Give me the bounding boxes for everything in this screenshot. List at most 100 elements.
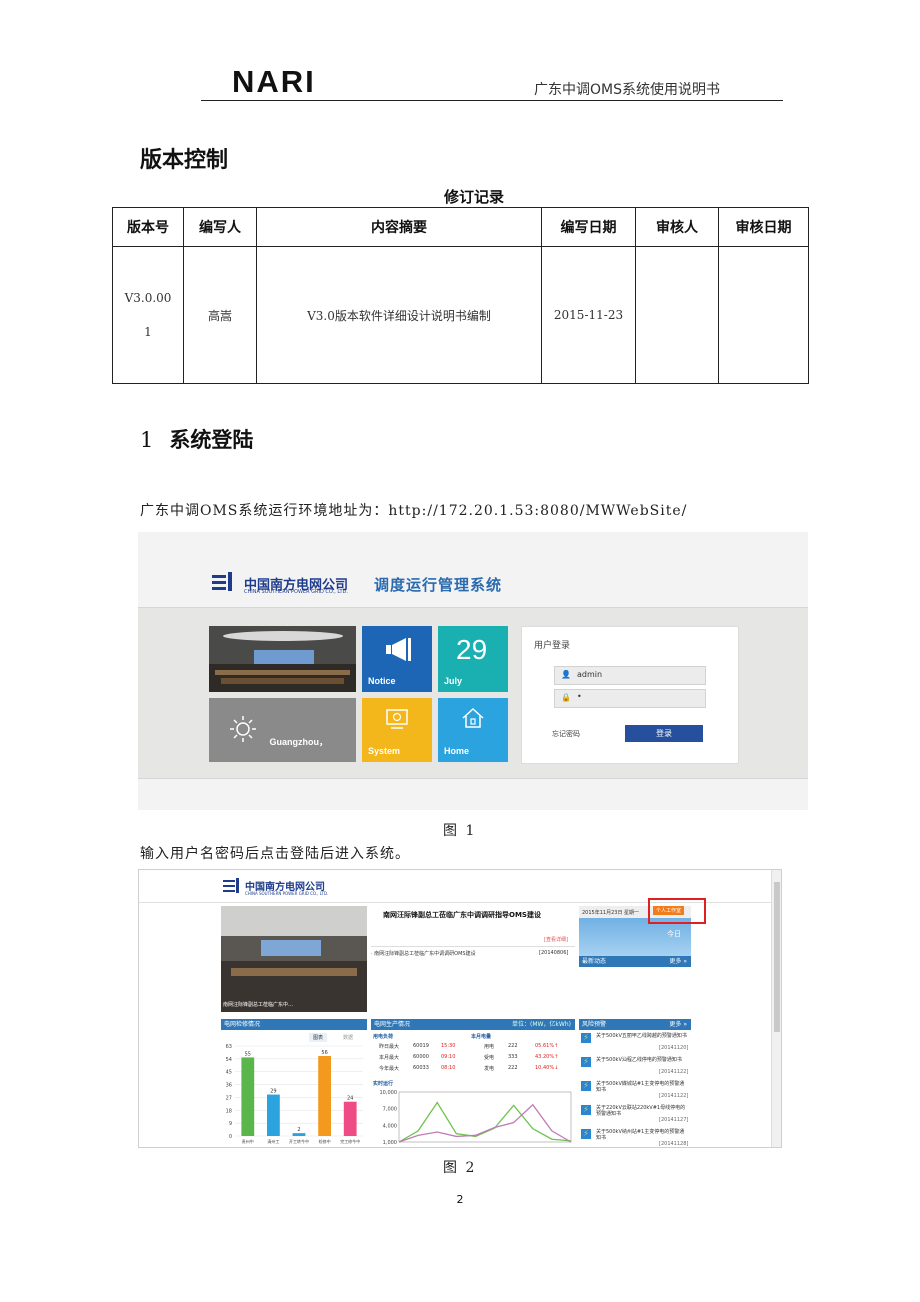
more-link[interactable]: 更多 » (669, 956, 687, 967)
month-change: 10.40%↓ (535, 1065, 559, 1071)
reviewer-cell (635, 246, 719, 384)
y-tick-label: 4,000 (383, 1123, 397, 1129)
y-tick-label: 36 (226, 1083, 232, 1089)
company-name-en: CHINA SOUTHERN POWER GRID CO., LTD. (244, 589, 348, 595)
system-label: System (368, 746, 401, 756)
data-label: 2 (297, 1127, 300, 1133)
risk-item[interactable]: 关于500kV五丽甲乙线跨越的预警通知书 (596, 1033, 688, 1039)
news-photo[interactable]: 南网汪际锋副总工莅临广东中… (221, 906, 367, 1012)
figure1-caption: 图 1 (443, 823, 477, 839)
y-tick-label: 18 (226, 1108, 232, 1114)
weather-city: Guangzhou， (269, 737, 329, 747)
figure2-caption: 图 2 (443, 1160, 477, 1176)
tab-data[interactable]: 数据 (339, 1033, 357, 1042)
csg-logo-icon (236, 878, 239, 896)
csg-logo-icon (212, 575, 226, 593)
table-header-row: 版本号 编写人 内容摘要 编写日期 审核人 审核日期 (112, 207, 809, 247)
personal-workspace-button[interactable]: 个人工作室 (653, 906, 685, 915)
news-image (221, 906, 367, 1012)
column-header: 编写日期 (541, 207, 636, 247)
column-header: 审核日期 (718, 207, 809, 247)
month-header: 本月电量 (471, 1034, 492, 1040)
production-title: 电网生产情况 (374, 1021, 411, 1028)
login-button[interactable]: 登录 (625, 725, 703, 742)
month-change: 05.61%↑ (535, 1043, 559, 1049)
table-row: V3.0.00 1 高嵩 V3.0版本软件详细设计说明书编制 2015-11-2… (112, 246, 809, 384)
notice-label: Notice (368, 676, 396, 686)
y-tick-label: 7,000 (383, 1107, 397, 1113)
tab-chart[interactable]: 图表 (309, 1033, 328, 1042)
notice-tile[interactable]: Notice (362, 626, 432, 692)
username-field[interactable]: 👤 admin (554, 666, 706, 685)
forgot-password-link[interactable]: 忘记密码 (552, 729, 580, 739)
load-time: 09:10 (441, 1054, 456, 1060)
data-label: 24 (347, 1096, 353, 1102)
weather-tile[interactable]: Guangzhou， (209, 698, 356, 762)
realtime-chart: 1,000 4,000 7,000 10,000 (380, 1090, 572, 1146)
grid-check-chart: 0 9 18 27 36 45 54 63 55 贵州中 29 清州工 2 开工转今中 56 检修中 24 完工修… (226, 1044, 363, 1144)
column-header: 内容摘要 (256, 207, 542, 247)
risk-title: 风险预警 (582, 1021, 607, 1028)
column-header: 审核人 (635, 207, 719, 247)
date-number: 29 (456, 634, 488, 665)
risk-item[interactable]: 关于500kV纳州站#1主变停电的预警通知书 (596, 1129, 688, 1141)
lightning-icon: ⚡ (581, 1105, 591, 1115)
password-value: • (577, 692, 582, 701)
home-icon (462, 707, 484, 728)
section-number: 1 (140, 428, 154, 452)
photo-caption: 南网汪际锋副总工莅临广东中… (223, 1002, 294, 1008)
date-month: July (444, 676, 463, 686)
month-kind: 用电 (484, 1044, 495, 1050)
load-value: 60000 (413, 1054, 429, 1060)
load-time: 15:30 (441, 1043, 456, 1049)
x-tick-label: 清州工 (267, 1138, 279, 1144)
recent-news-header: 最新动态 更多 » (579, 956, 691, 967)
bar (292, 1133, 306, 1136)
y-tick-label: 45 (226, 1070, 232, 1076)
sun-icon (230, 716, 256, 742)
home-tile[interactable]: Home (438, 698, 508, 762)
csg-logo-icon (228, 572, 232, 594)
more-link[interactable]: 更多 » (669, 1019, 687, 1030)
meeting-photo (209, 626, 356, 692)
scrollbar-thumb[interactable] (774, 882, 780, 1032)
bar (318, 1056, 331, 1136)
header-rule (201, 100, 783, 101)
password-field[interactable]: 🔒 • (554, 689, 706, 708)
risk-item-date: [20141122] (659, 1069, 689, 1075)
news-more-link[interactable]: [查看详细] (544, 936, 568, 943)
version-cell: V3.0.00 1 (112, 246, 184, 384)
x-tick-label: 检修中 (319, 1138, 331, 1144)
bar (241, 1057, 255, 1136)
risk-item[interactable]: 关于500kV蝶城站#1主变停电的预警通知书 (596, 1081, 688, 1093)
data-label: 55 (245, 1051, 251, 1057)
system-name: 调度运行管理系统 (374, 576, 503, 594)
user-icon: 👤 (561, 670, 571, 679)
today-label: 今日 (667, 930, 681, 938)
risk-item[interactable]: 关于220kV云联站220kV#1母线停电的预警通知书 (596, 1105, 688, 1117)
scrollbar[interactable] (771, 870, 781, 1147)
grid-check-header: 电网检修情况 (221, 1019, 367, 1030)
meeting-photo-tile[interactable] (209, 626, 356, 692)
risk-item-date: [20141120] (659, 1045, 689, 1051)
revision-table: 版本号 编写人 内容摘要 编写日期 审核人 审核日期 V3.0.00 1 高嵩 … (112, 207, 809, 384)
revision-table-caption: 修订记录 (443, 188, 504, 206)
nari-logo: NARI (232, 64, 316, 99)
document-title: 广东中调OMS系统使用说明书 (534, 82, 720, 98)
y-tick-label: 63 (226, 1044, 232, 1050)
news-item[interactable]: · 南网汪际锋副总工莅临广东中调调研OMS建设 (371, 950, 476, 957)
risk-item[interactable]: 关于500kV汕程乙线停电的预警通知书 (596, 1057, 688, 1063)
system-tile[interactable]: System (362, 698, 432, 762)
month-amount: 222 (508, 1043, 518, 1049)
y-tick-label: 1,000 (383, 1140, 397, 1146)
login-title: 用户登录 (534, 641, 571, 651)
month-kind: 发电 (484, 1066, 495, 1072)
production-header: 电网生产情况 单位：(MW，亿kWh) (371, 1019, 575, 1030)
news-title[interactable]: 南网汪际锋副总工莅临广东中调调研指导OMS建设 (383, 910, 541, 920)
summary-cell: V3.0版本软件详细设计说明书编制 (256, 246, 542, 384)
date-tile[interactable]: 29 July (438, 626, 508, 692)
y-tick-label: 0 (229, 1134, 232, 1140)
unit-label: 单位：(MW，亿kWh) (511, 1021, 571, 1028)
page-number: 2 (456, 1193, 464, 1206)
risk-item-date: [20141128] (659, 1141, 689, 1147)
